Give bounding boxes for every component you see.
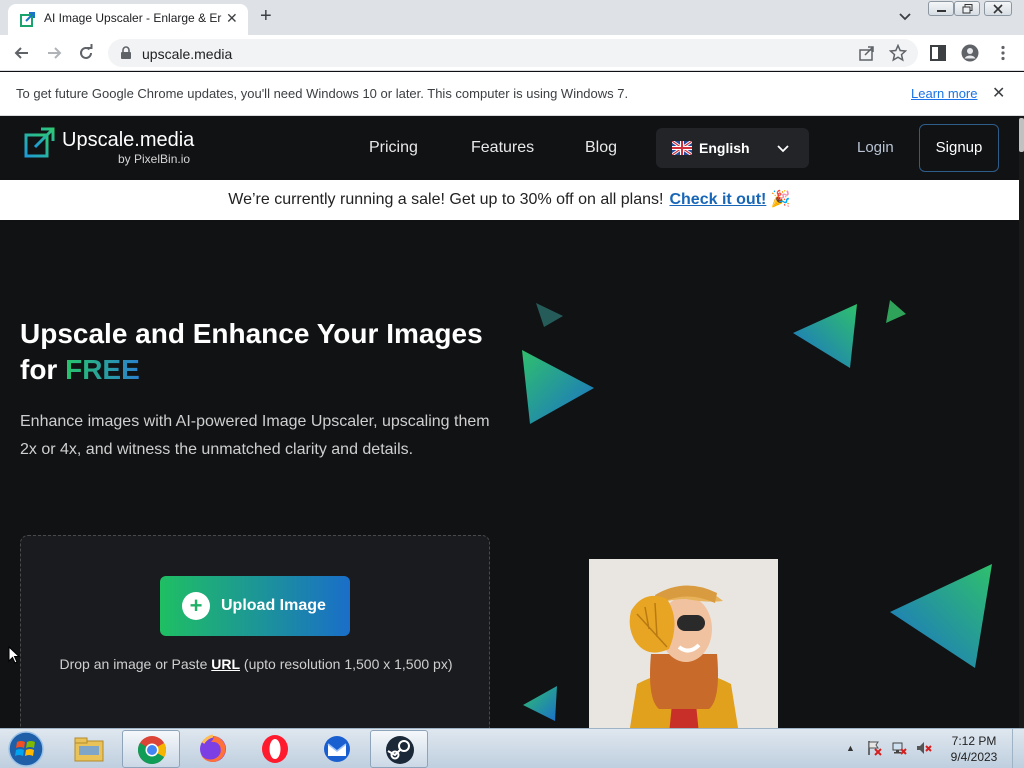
minimize-button[interactable] <box>928 1 954 16</box>
browser-tab-strip: AI Image Upscaler - Enlarge & Er ✕ + <box>0 0 1024 35</box>
forward-arrow-icon[interactable] <box>44 43 64 63</box>
url-text: upscale.media <box>142 46 233 62</box>
volume-muted-icon[interactable] <box>916 740 932 756</box>
steam-icon <box>386 736 414 764</box>
chevron-down-icon <box>777 145 789 153</box>
triangle-shape <box>890 564 992 668</box>
folder-icon <box>74 737 104 762</box>
profile-avatar-icon[interactable] <box>961 44 979 62</box>
reload-icon[interactable] <box>76 43 96 63</box>
web-page: Upscale.media by PixelBin.io Pricing Fea… <box>0 116 1019 728</box>
browser-tab-active[interactable]: AI Image Upscaler - Enlarge & Er ✕ <box>8 4 248 35</box>
update-infobar: To get future Google Chrome updates, you… <box>0 72 1024 116</box>
new-tab-plus-icon[interactable]: + <box>260 5 272 27</box>
hero-title-line1: Upscale and Enhance Your Images <box>20 318 483 349</box>
drop-prefix: Drop an image or Paste <box>59 656 208 672</box>
bookmark-star-icon[interactable] <box>889 44 907 62</box>
plus-icon: + <box>182 592 210 620</box>
infobar-message: To get future Google Chrome updates, you… <box>16 86 629 101</box>
tab-title: AI Image Upscaler - Enlarge & Er <box>44 11 222 25</box>
action-center-flag-icon[interactable] <box>866 740 882 756</box>
close-window-icon <box>993 4 1003 14</box>
language-label: English <box>699 140 750 156</box>
nav-features[interactable]: Features <box>471 139 534 157</box>
scrollbar-thumb[interactable] <box>1019 118 1024 152</box>
taskbar-opera[interactable] <box>246 730 304 768</box>
tab-search-chevron-icon[interactable] <box>898 9 912 23</box>
woman-with-leaf-image <box>589 559 778 728</box>
taskbar-chrome[interactable] <box>122 730 180 768</box>
triangle-shape <box>522 350 594 424</box>
close-window-button[interactable] <box>984 1 1012 16</box>
upload-button-label: Upload Image <box>221 597 326 614</box>
hero-title: Upscale and Enhance Your Images for FREE <box>20 316 510 388</box>
hero-title-for: for <box>20 354 58 385</box>
site-header: Upscale.media by PixelBin.io Pricing Fea… <box>0 116 1019 180</box>
taskbar-firefox[interactable] <box>184 730 242 768</box>
language-selector[interactable]: English <box>656 128 809 168</box>
side-panel-icon[interactable] <box>929 44 947 62</box>
network-icon[interactable] <box>891 740 907 756</box>
taskbar-steam[interactable] <box>370 730 428 768</box>
windows-start-orb-icon[interactable] <box>4 730 48 768</box>
sale-check-it-out-link[interactable]: Check it out! <box>669 191 766 208</box>
upscale-logo-icon[interactable] <box>24 126 56 158</box>
taskbar-thunderbird[interactable] <box>308 730 366 768</box>
nav-blog[interactable]: Blog <box>585 139 617 157</box>
party-popper-icon: 🎉 <box>770 191 791 208</box>
lock-icon[interactable] <box>120 46 132 60</box>
tab-close-icon[interactable]: ✕ <box>226 10 238 27</box>
upload-image-button[interactable]: + Upload Image <box>160 576 350 636</box>
login-link[interactable]: Login <box>857 139 894 156</box>
drop-suffix: (upto resolution 1,500 x 1,500 px) <box>243 656 453 672</box>
clock-time: 7:12 PM <box>951 734 997 748</box>
infobar-close-icon[interactable]: ✕ <box>992 83 1005 103</box>
logo-name[interactable]: Upscale.media <box>62 129 194 152</box>
clock-date: 9/4/2023 <box>950 750 998 764</box>
back-arrow-icon[interactable] <box>12 43 32 63</box>
tray-expand-icon[interactable]: ▲ <box>846 743 855 753</box>
system-clock[interactable]: 7:12 PM 9/4/2023 <box>944 733 1004 765</box>
triangle-shape <box>886 300 906 323</box>
signup-button[interactable]: Signup <box>919 124 999 172</box>
paste-url-link[interactable]: URL <box>211 656 240 672</box>
triangle-shape <box>536 303 563 327</box>
page-scrollbar[interactable] <box>1019 116 1024 728</box>
minimize-icon <box>937 10 946 12</box>
logo-byline: by PixelBin.io <box>118 152 191 166</box>
sale-text: We’re currently running a sale! Get up t… <box>228 191 664 208</box>
opera-icon <box>262 735 288 763</box>
address-bar[interactable]: upscale.media <box>108 39 918 67</box>
thunderbird-icon <box>324 736 350 762</box>
show-desktop-button[interactable] <box>1012 729 1024 768</box>
uk-flag-icon <box>672 141 692 155</box>
upload-dropzone[interactable]: + Upload Image Drop an image or Paste UR… <box>20 535 490 728</box>
restore-button[interactable] <box>954 1 980 16</box>
restore-icon <box>962 4 973 14</box>
triangle-shape <box>523 686 557 721</box>
windows-taskbar: ▲ 7:12 PM 9/4/2023 <box>0 728 1024 768</box>
chrome-icon <box>138 736 166 764</box>
sale-banner: We’re currently running a sale! Get up t… <box>0 180 1019 220</box>
mouse-cursor-icon <box>8 646 20 664</box>
firefox-icon <box>200 734 226 762</box>
triangle-shape <box>793 304 857 368</box>
menu-kebab-icon[interactable] <box>994 44 1012 62</box>
hero-description: Enhance images with AI-powered Image Ups… <box>20 413 490 458</box>
learn-more-link[interactable]: Learn more <box>911 86 977 101</box>
share-icon[interactable] <box>858 44 876 62</box>
sample-photo <box>589 559 778 728</box>
nav-pricing[interactable]: Pricing <box>369 139 418 157</box>
upscale-favicon-icon <box>20 12 35 27</box>
hero-title-free: FREE <box>65 354 140 385</box>
taskbar-explorer[interactable] <box>60 730 118 768</box>
browser-toolbar: upscale.media <box>0 35 1024 71</box>
drop-instructions: Drop an image or Paste URL (upto resolut… <box>51 650 461 679</box>
